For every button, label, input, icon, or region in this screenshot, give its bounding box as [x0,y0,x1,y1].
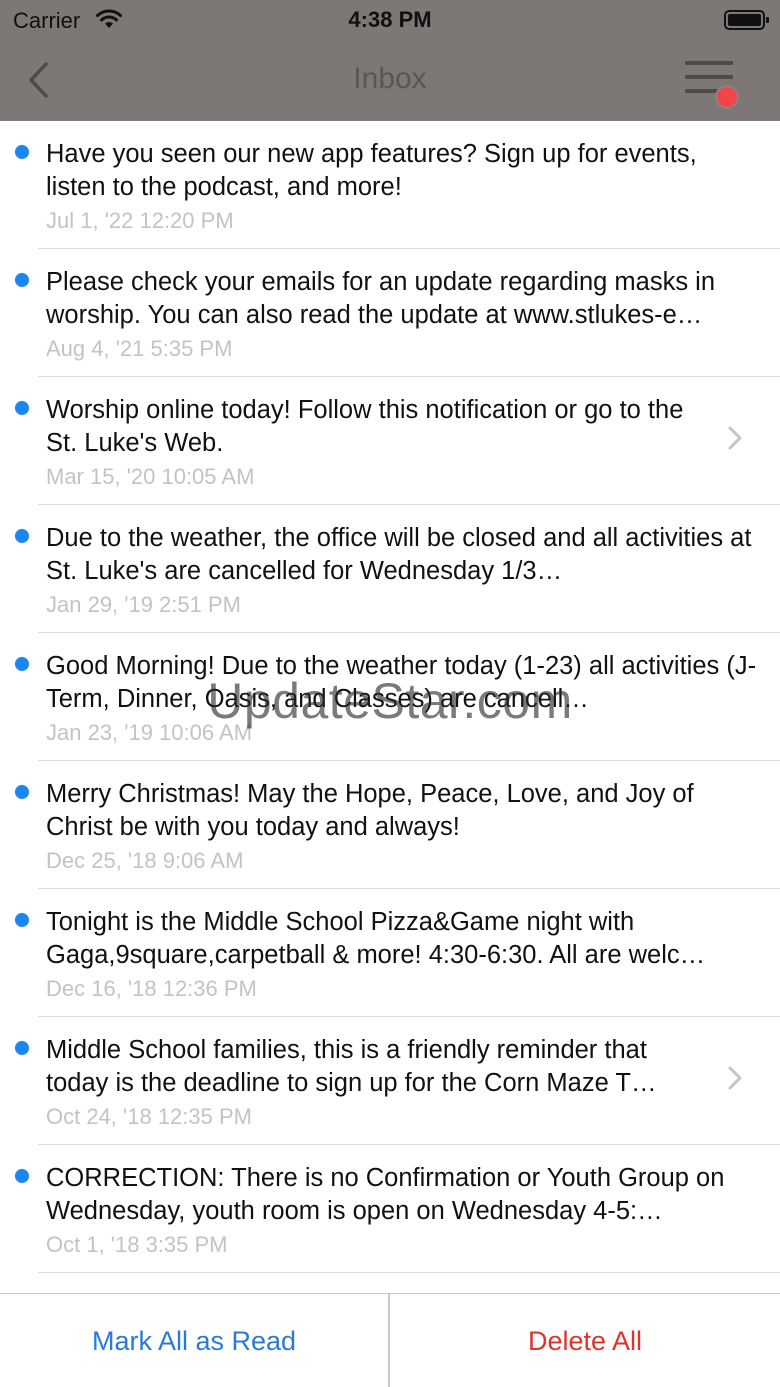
chevron-right-icon [728,426,742,450]
message-row[interactable]: Good Morning! Due to the weather today (… [0,633,780,761]
message-text: Tonight is the Middle School Pizza&Game … [46,908,706,969]
message-row[interactable]: Have you seen our new app features? Sign… [0,121,780,249]
menu-button[interactable] [680,58,744,112]
message-text: Have you seen our new app features? Sign… [46,140,697,201]
unread-indicator [15,401,29,415]
message-date: Mar 15, '20 10:05 AM [46,464,255,489]
app-header: Carrier 4:38 PM Inbox [0,0,780,121]
chevron-right-icon [728,1066,742,1090]
hamburger-menu-icon [685,61,733,65]
mark-all-read-button[interactable]: Mark All as Read [0,1294,388,1387]
battery-icon [724,10,769,30]
message-row[interactable]: Merry Christmas! May the Hope, Peace, Lo… [0,761,780,889]
message-row[interactable]: Tonight is the Middle School Pizza&Game … [0,889,780,1017]
message-text: Good Morning! Due to the weather today (… [46,652,757,713]
status-bar: Carrier 4:38 PM [0,0,780,40]
message-text: Please check your emails for an update r… [46,268,716,329]
message-row[interactable]: Worship online today! Follow this notifi… [0,377,780,505]
message-date: Jul 1, '22 12:20 PM [46,208,234,233]
unread-indicator [15,1041,29,1055]
navigation-bar: Inbox [0,40,780,121]
menu-line [685,75,733,79]
notification-badge [715,85,739,109]
unread-indicator [15,145,29,159]
delete-all-button[interactable]: Delete All [390,1294,780,1387]
status-time: 4:38 PM [348,7,432,32]
message-row[interactable]: Please check your emails for an update r… [0,249,780,377]
unread-indicator [15,1169,29,1183]
message-text: Due to the weather, the office will be c… [46,524,752,585]
message-date: Jan 23, '19 10:06 AM [46,720,253,745]
unread-indicator [15,657,29,671]
inbox-list[interactable]: Have you seen our new app features? Sign… [0,121,780,1293]
row-separator [38,1272,780,1273]
message-text: Worship online today! Follow this notifi… [46,396,684,457]
message-date: Dec 25, '18 9:06 AM [46,848,244,873]
message-date: Dec 16, '18 12:36 PM [46,976,257,1001]
message-text: CORRECTION: There is no Confirmation or … [46,1164,725,1225]
message-date: Oct 24, '18 12:35 PM [46,1104,252,1129]
message-text: Middle School families, this is a friend… [46,1036,657,1097]
message-row[interactable]: CORRECTION: There is no Confirmation or … [0,1145,780,1273]
message-date: Oct 1, '18 3:35 PM [46,1232,228,1257]
message-date: Aug 4, '21 5:35 PM [46,336,233,361]
message-date: Jan 29, '19 2:51 PM [46,592,241,617]
message-row[interactable]: Middle School families, this is a friend… [0,1017,780,1145]
page-title: Inbox [353,62,427,95]
bottom-toolbar: Mark All as Read Delete All [0,1293,780,1387]
unread-indicator [15,913,29,927]
message-text: Merry Christmas! May the Hope, Peace, Lo… [46,780,694,841]
unread-indicator [15,529,29,543]
unread-indicator [15,273,29,287]
unread-indicator [15,785,29,799]
message-row[interactable]: Due to the weather, the office will be c… [0,505,780,633]
